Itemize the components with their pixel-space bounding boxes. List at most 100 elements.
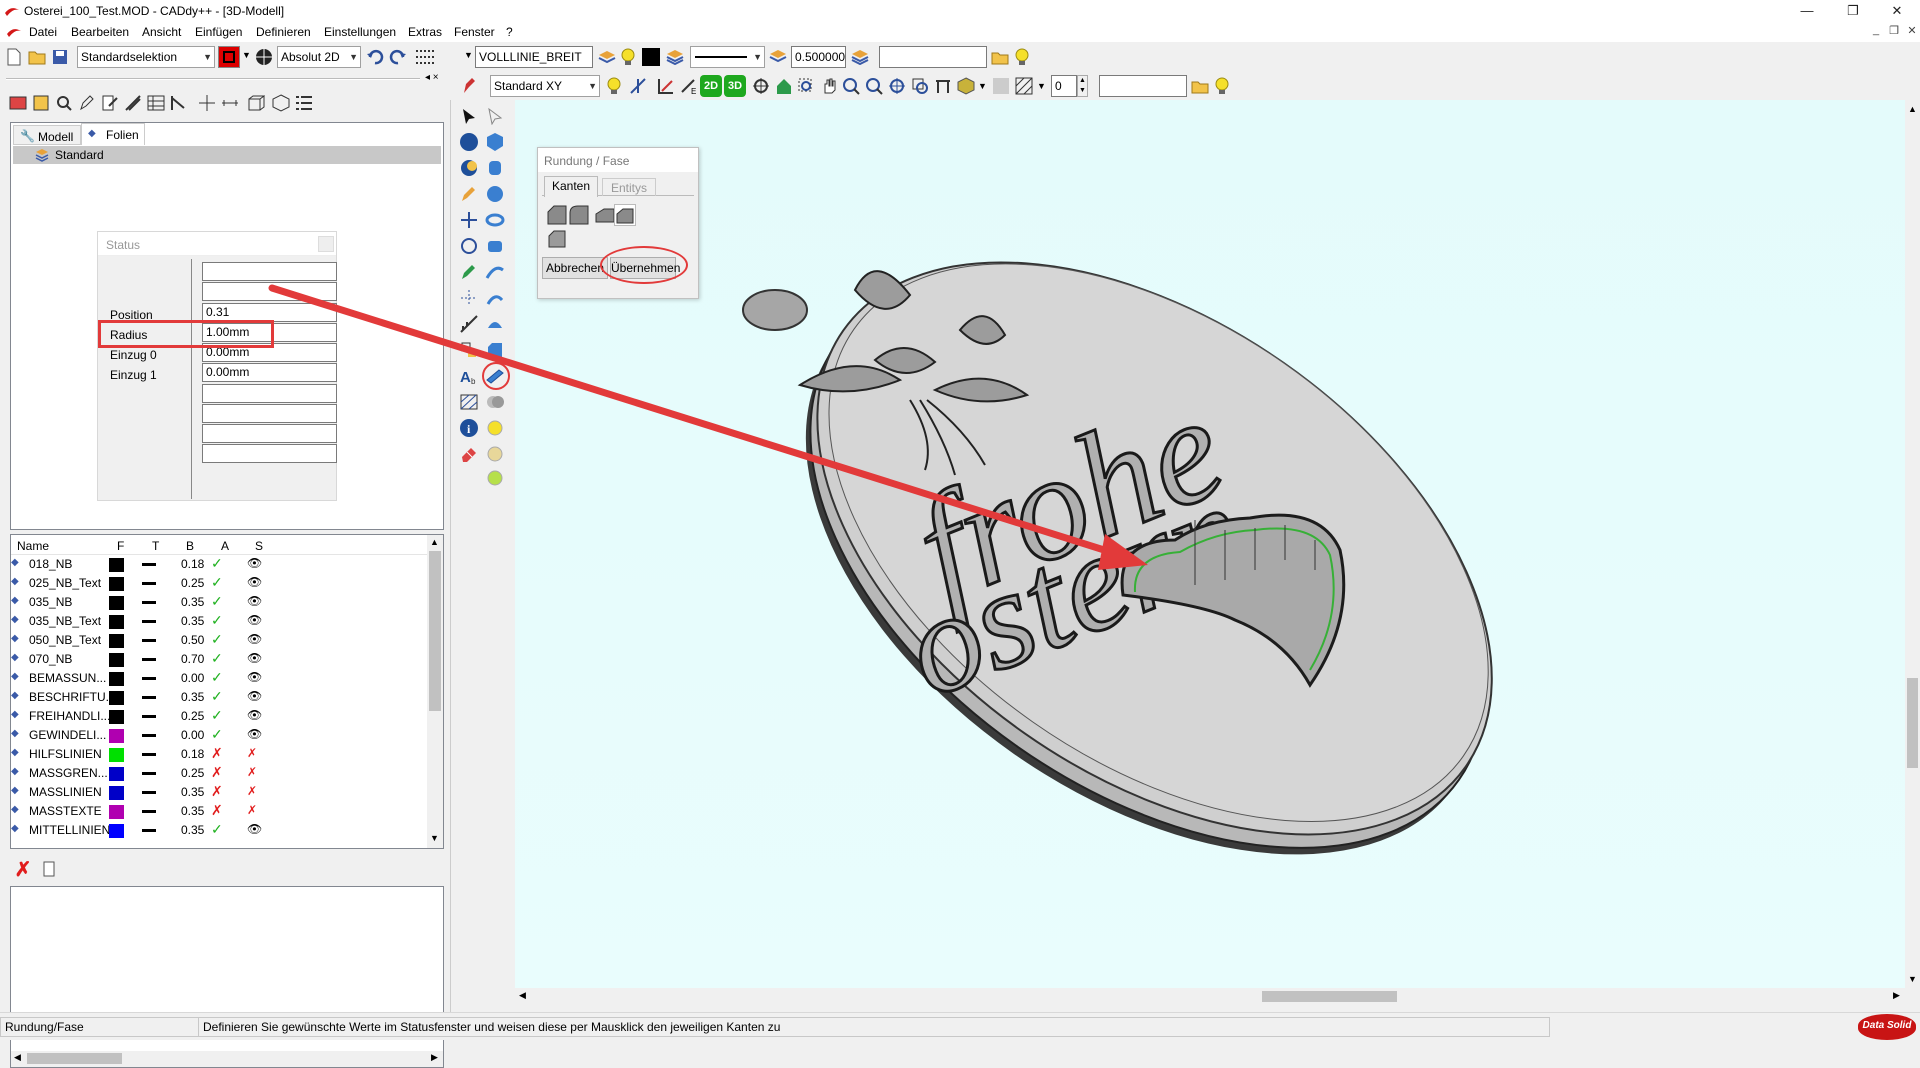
lightbulb-icon[interactable] xyxy=(1211,75,1233,97)
new-file-icon[interactable] xyxy=(3,46,25,68)
status-field-empty[interactable] xyxy=(202,444,337,463)
col-active[interactable]: A xyxy=(221,539,229,553)
panel-pin-icon[interactable]: ◂ × xyxy=(425,72,439,83)
status-field-empty[interactable] xyxy=(202,424,337,443)
scroll-right-icon[interactable]: ▶ xyxy=(1893,990,1900,1001)
eye-icon[interactable]: 👁 xyxy=(247,822,262,836)
check-icon[interactable]: ✓ xyxy=(211,631,223,648)
lightbulb-icon[interactable] xyxy=(1011,46,1033,68)
hatch-icon[interactable] xyxy=(1013,75,1035,97)
rotate-object-icon[interactable] xyxy=(457,234,481,258)
table-row[interactable]: ◆ 025_NB_Text 0.25 ✓ 👁 xyxy=(11,574,427,593)
tab-edges[interactable]: Kanten xyxy=(544,176,598,197)
menu-definieren[interactable]: Definieren xyxy=(256,25,311,39)
layer-width[interactable]: 0.00 xyxy=(181,671,204,685)
measure-icon[interactable] xyxy=(457,312,481,336)
col-linetype[interactable]: T xyxy=(152,539,159,553)
view-select[interactable]: Standard XY ▼ xyxy=(490,75,600,97)
undo-icon[interactable] xyxy=(364,46,386,68)
trim-icon[interactable] xyxy=(457,208,481,232)
table-row[interactable]: ◆ MITTELLINIEN 0.35 ✓ 👁 xyxy=(11,821,427,840)
chevron-down-icon[interactable]: ▼ xyxy=(1037,81,1046,91)
cross-icon[interactable]: ✗ xyxy=(211,783,223,800)
layer-linetype[interactable] xyxy=(142,601,156,604)
layer-color-swatch[interactable] xyxy=(109,577,124,591)
chamfer-selected-icon[interactable] xyxy=(614,204,636,226)
edit-icon[interactable] xyxy=(76,92,98,114)
layer-table-scrollbar[interactable]: ▲ ▼ xyxy=(427,535,443,848)
layer-linetype[interactable] xyxy=(142,791,156,794)
eye-icon[interactable]: 👁 xyxy=(247,575,262,589)
check-icon[interactable]: ✓ xyxy=(211,726,223,743)
view-3d-button[interactable]: 3D xyxy=(724,75,746,97)
layer-linetype[interactable] xyxy=(142,563,156,566)
eye-icon[interactable]: 👁 xyxy=(247,613,262,627)
menu-bearbeiten[interactable]: Bearbeiten xyxy=(71,25,129,39)
scroll-right-icon[interactable]: ▶ xyxy=(431,1052,438,1063)
sweep-icon[interactable] xyxy=(483,260,507,284)
coordinate-mode-select[interactable]: Absolut 2D ▼ xyxy=(277,46,361,68)
mdi-close-button[interactable]: ✕ xyxy=(1902,24,1920,40)
folder-layer-icon[interactable] xyxy=(1189,75,1211,97)
check-icon[interactable]: ✓ xyxy=(211,574,223,591)
pen-icon[interactable] xyxy=(458,75,480,97)
layer-linetype[interactable] xyxy=(142,582,156,585)
menu-fenster[interactable]: Fenster xyxy=(454,25,495,39)
table-row[interactable]: ◆ FREIHANDLI... 0.25 ✓ 👁 xyxy=(11,707,427,726)
cube-solid-icon[interactable] xyxy=(483,130,507,154)
layer-color-swatch[interactable] xyxy=(109,596,124,610)
coordinate-icon[interactable] xyxy=(253,46,275,68)
layer-linetype[interactable] xyxy=(142,734,156,737)
point-icon[interactable] xyxy=(457,286,481,310)
cross-icon[interactable]: ✗ xyxy=(211,802,223,819)
sphere-blue-icon[interactable] xyxy=(483,182,507,206)
scroll-down-icon[interactable]: ▼ xyxy=(430,833,439,843)
layer-width[interactable]: 0.35 xyxy=(181,785,204,799)
check-icon[interactable]: ✓ xyxy=(211,688,223,705)
linewidth-field[interactable]: 0.500000 xyxy=(791,46,846,68)
hidden-icon[interactable]: ✗ xyxy=(247,784,257,798)
tab-model[interactable]: 🔧 Modell xyxy=(13,125,81,145)
chevron-down-icon[interactable]: ▼ xyxy=(464,50,473,60)
properties-hscroll[interactable]: ◀ ▶ xyxy=(11,1051,443,1067)
tangent-icon[interactable] xyxy=(655,75,677,97)
line-color-swatch[interactable] xyxy=(642,48,660,66)
fillet-round-icon[interactable] xyxy=(546,204,568,226)
check-icon[interactable]: ✓ xyxy=(211,650,223,667)
copy-layer-icon[interactable] xyxy=(37,858,59,880)
rename-icon[interactable] xyxy=(99,92,121,114)
layer-width[interactable]: 0.25 xyxy=(181,576,204,590)
edge-icon[interactable]: E xyxy=(677,75,699,97)
check-icon[interactable]: ✓ xyxy=(211,593,223,610)
shell-icon[interactable] xyxy=(483,312,507,336)
gray-spheres-icon[interactable] xyxy=(483,390,507,414)
hidden-icon[interactable]: ✗ xyxy=(247,746,257,760)
cylinder-icon[interactable] xyxy=(483,156,507,180)
check-icon[interactable]: ✓ xyxy=(211,555,223,572)
eye-icon[interactable]: 👁 xyxy=(247,556,262,570)
layer-width[interactable]: 0.35 xyxy=(181,690,204,704)
mdi-minimize-button[interactable]: _ xyxy=(1866,24,1886,40)
3d-viewport[interactable]: frohe ostern Rundung / Fase Kanten Entit… xyxy=(268,100,1905,988)
layer-width[interactable]: 0.25 xyxy=(181,709,204,723)
eye-icon[interactable]: 👁 xyxy=(247,689,262,703)
hidden-icon[interactable]: ✗ xyxy=(247,803,257,817)
layer-linetype[interactable] xyxy=(142,677,156,680)
menu-extras[interactable]: Extras xyxy=(408,25,442,39)
scroll-up-icon[interactable]: ▲ xyxy=(430,537,439,547)
yellow-sphere-icon[interactable] xyxy=(483,416,507,440)
info-icon[interactable]: i xyxy=(457,416,481,440)
table-row[interactable]: ◆ 035_NB_Text 0.35 ✓ 👁 xyxy=(11,612,427,631)
layer-width[interactable]: 0.35 xyxy=(181,823,204,837)
home-view-icon[interactable] xyxy=(773,75,795,97)
cancel-button[interactable]: Abbrechen xyxy=(542,257,608,279)
table-row[interactable]: ◆ 018_NB 0.18 ✓ 👁 xyxy=(11,555,427,574)
pan-hand-icon[interactable] xyxy=(818,75,840,97)
layer-manager-icon[interactable] xyxy=(7,92,29,114)
view-search-input[interactable] xyxy=(1099,75,1187,97)
layer-icon[interactable] xyxy=(664,46,686,68)
rotate-view-icon[interactable] xyxy=(750,75,772,97)
viewport-hscroll[interactable]: ◀ ▶ xyxy=(515,988,1905,1005)
layer-linetype[interactable] xyxy=(142,753,156,756)
linestyle-select[interactable]: ▼ xyxy=(690,46,765,68)
